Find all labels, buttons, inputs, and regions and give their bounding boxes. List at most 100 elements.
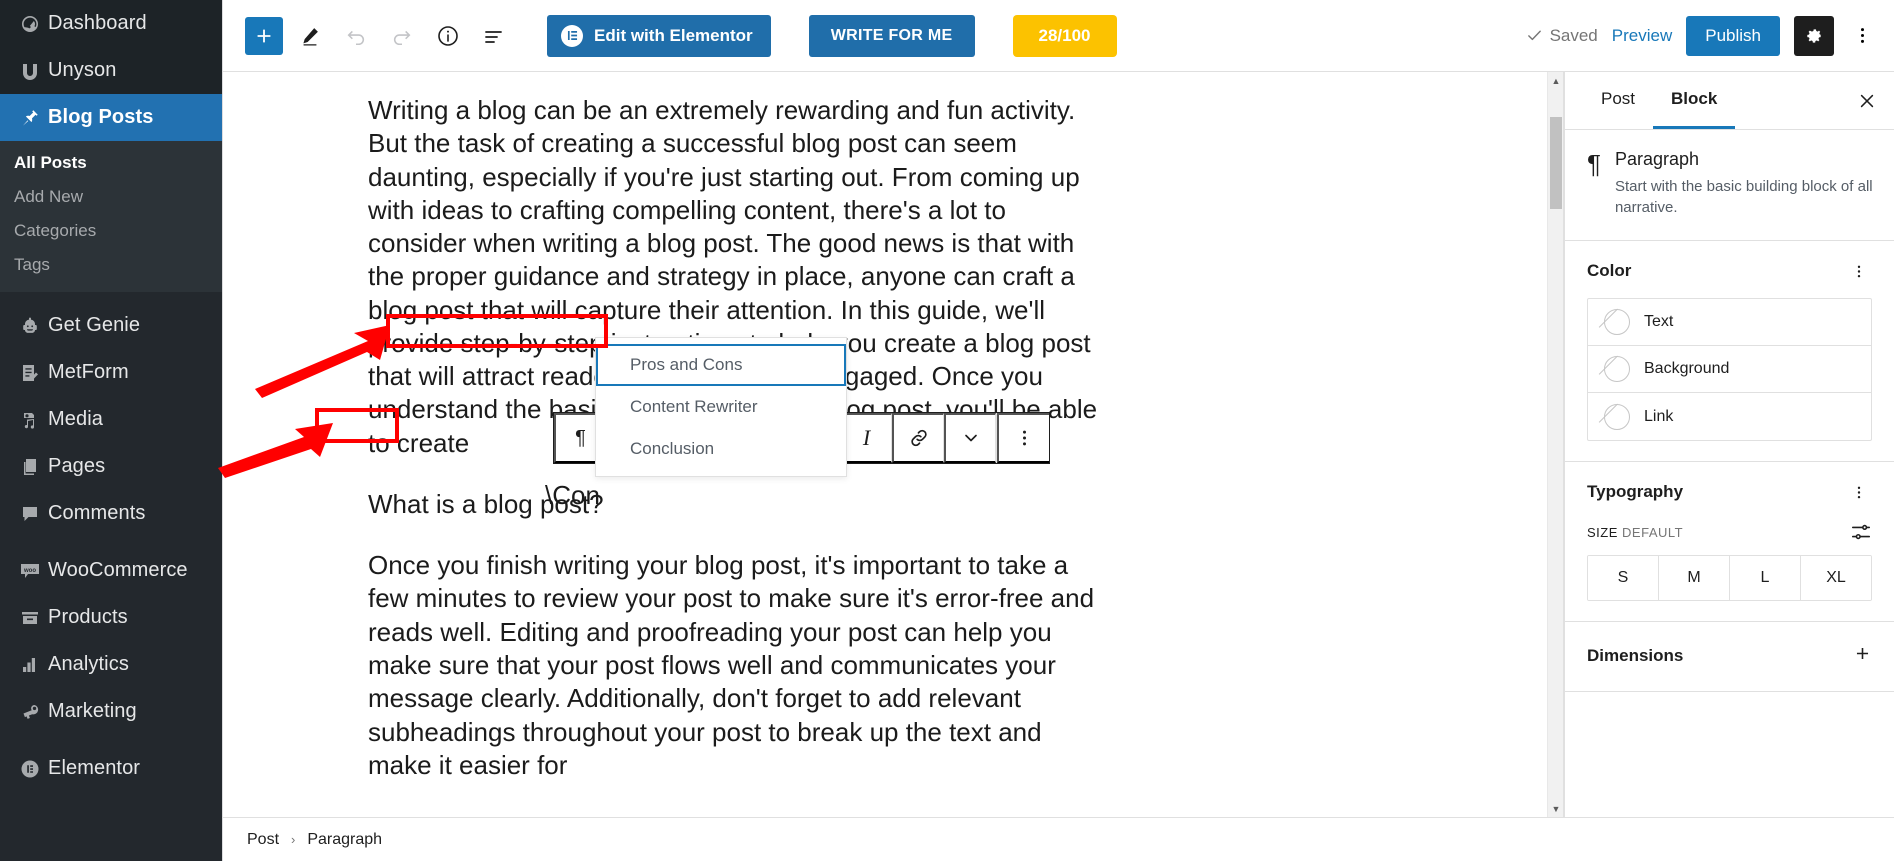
preview-button[interactable]: Preview [1612,26,1672,46]
pin-icon [12,108,48,128]
megaphone-icon [12,702,48,722]
color-option-link[interactable]: Link [1588,393,1871,440]
breadcrumb: Post › Paragraph [223,817,1894,861]
font-size-l-button[interactable]: L [1730,556,1801,600]
paragraph-block-3[interactable]: Once you finish writing your blog post, … [368,549,1108,782]
italic-button[interactable]: I [840,413,892,463]
saved-label: Saved [1549,25,1598,45]
typography-panel-header: Typography [1587,479,1872,505]
seo-score-badge[interactable]: 28/100 [1012,14,1117,57]
chevron-down-icon [964,434,977,442]
sidebar-item-label: Get Genie [48,314,141,336]
sidebar-item-woocommerce[interactable]: woo WooCommerce [0,547,222,594]
sidebar-item-marketing[interactable]: Marketing [0,688,222,735]
sidebar-item-label: Pages [48,455,106,477]
products-icon [12,608,48,628]
block-title: Paragraph [1614,149,1700,169]
wordpress-block-editor: Dashboard Unyson Blog Posts All Posts Ad… [0,0,1894,861]
add-block-button[interactable] [245,16,283,55]
sidebar-item-analytics[interactable]: Analytics [0,641,222,688]
font-size-row: SIZE DEFAULT [1587,521,1872,543]
typography-panel-title: Typography [1587,482,1684,501]
font-size-buttons: S M L XL [1587,555,1872,601]
more-formatting-button[interactable] [944,413,996,463]
sidebar-item-tags[interactable]: Tags [0,248,222,282]
close-sidebar-button[interactable] [1840,72,1894,129]
sidebar-item-products[interactable]: Products [0,594,222,641]
analytics-icon [12,655,48,675]
sidebar-item-comments[interactable]: Comments [0,490,222,537]
close-icon [1860,94,1874,107]
redo-arrow-icon [393,30,411,45]
write-for-me-button[interactable]: WRITE FOR ME [808,14,975,57]
kebab-menu-icon [1022,430,1026,446]
sidebar-item-metform[interactable]: MetForm [0,349,222,396]
sidebar-item-get-genie[interactable]: Get Genie [0,302,222,349]
color-option-label: Link [1644,407,1674,425]
dimensions-add-button[interactable] [1853,644,1872,667]
sidebar-item-all-posts[interactable]: All Posts [0,146,222,180]
sidebar-item-elementor[interactable]: Elementor [0,745,222,792]
slash-command-menu[interactable]: Pros and Cons Content Rewriter Conclusio… [595,337,847,477]
link-button[interactable] [892,413,944,463]
svg-text:woo: woo [23,568,36,574]
robot-icon [12,316,48,336]
more-options-button[interactable] [1848,16,1876,56]
scrollbar-thumb[interactable] [1550,117,1562,209]
paragraph-block-2[interactable]: What is a blog post? [368,488,1108,521]
dashboard-icon [12,14,48,34]
info-circle-icon [438,25,458,46]
empty-swatch-icon [1604,403,1630,430]
settings-sidebar: Post Block ¶ Paragraph Start with the ba… [1564,72,1894,817]
list-view-button[interactable] [475,17,513,55]
font-size-s-button[interactable]: S [1588,556,1659,600]
scroll-down-arrow[interactable]: ▼ [1548,800,1563,817]
sidebar-item-blog-posts[interactable]: Blog Posts [0,94,222,141]
sidebar-item-label: Comments [48,502,146,524]
breadcrumb-item-post[interactable]: Post [247,831,279,849]
color-panel-options-button[interactable] [1846,258,1872,284]
tab-block[interactable]: Block [1653,72,1736,129]
font-size-caption: SIZE [1587,524,1618,540]
canvas-scrollbar[interactable]: ▲ ▼ [1547,72,1563,817]
sidebar-item-add-new[interactable]: Add New [0,180,222,214]
font-size-xl-button[interactable]: XL [1801,556,1871,600]
blog-posts-submenu: All Posts Add New Categories Tags [0,141,222,292]
paragraph-pilcrow-icon: ¶ [1587,149,1601,179]
breadcrumb-item-paragraph[interactable]: Paragraph [307,831,382,849]
undo-button[interactable] [337,17,375,55]
sidebar-item-label: MetForm [48,361,129,383]
color-option-text[interactable]: Text [1588,299,1871,346]
edit-with-elementor-button[interactable]: Edit with Elementor [547,14,771,57]
edit-tool-button[interactable] [291,17,329,55]
editor-main: Edit with Elementor WRITE FOR ME 28/100 … [222,0,1894,861]
sidebar-item-label: Unyson [48,59,117,81]
font-size-label: SIZE DEFAULT [1587,525,1683,540]
empty-swatch-icon [1604,356,1630,382]
sidebar-item-dashboard[interactable]: Dashboard [0,0,222,47]
font-size-m-button[interactable]: M [1659,556,1730,600]
gear-icon [1807,28,1822,43]
tab-post[interactable]: Post [1583,72,1653,129]
color-option-background[interactable]: Background [1588,346,1871,393]
typed-slash-command[interactable]: \Con [545,480,600,511]
block-options-button[interactable] [997,413,1049,463]
slash-option-conclusion[interactable]: Conclusion [596,428,846,470]
redo-button[interactable] [383,17,421,55]
color-option-label: Text [1644,313,1674,330]
editor-body: Writing a blog can be an extremely rewar… [223,72,1894,817]
slash-option-content-rewriter[interactable]: Content Rewriter [596,386,846,428]
header-right-tools: Saved Preview Publish [1526,15,1880,56]
settings-button[interactable] [1794,15,1834,56]
sidebar-item-label: Blog Posts [48,106,154,128]
typography-panel-options-button[interactable] [1846,479,1872,505]
sidebar-item-pages[interactable]: Pages [0,443,222,490]
font-size-custom-button[interactable] [1850,521,1872,543]
sidebar-item-unyson[interactable]: Unyson [0,47,222,94]
publish-button[interactable]: Publish [1686,15,1780,56]
details-button[interactable] [429,17,467,55]
slash-option-pros-and-cons[interactable]: Pros and Cons [596,344,846,386]
scroll-up-arrow[interactable]: ▲ [1548,72,1563,89]
sidebar-item-categories[interactable]: Categories [0,214,222,248]
sidebar-item-media[interactable]: Media [0,396,222,443]
